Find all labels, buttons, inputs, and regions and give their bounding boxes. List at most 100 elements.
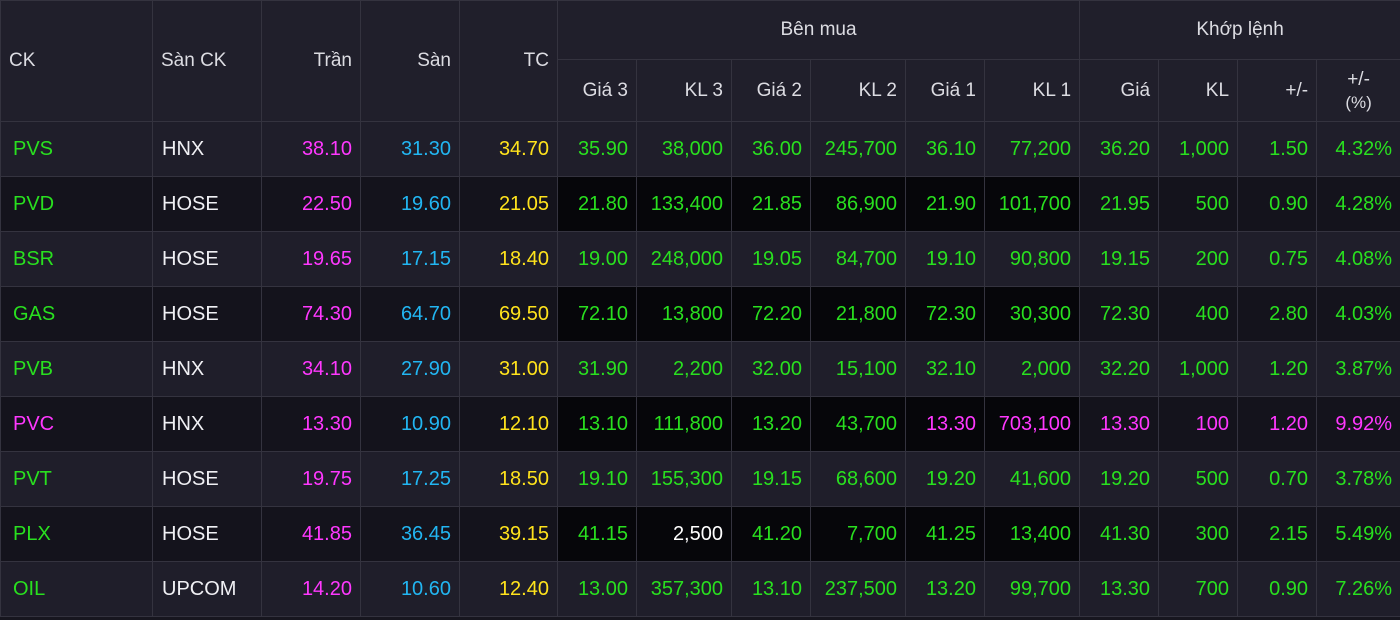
table-row[interactable]: PLX HOSE 41.85 36.45 39.15 41.15 2,500 41.20 7,7…	[0, 506, 1400, 562]
cell-kl3: 13,800	[636, 286, 732, 342]
col-header-gia3[interactable]: Giá 3	[557, 59, 637, 122]
table-row[interactable]: PVC HNX 13.30 10.90 12.10 13.10 111,800 13.20 43…	[0, 396, 1400, 452]
cell-ck: PVD	[0, 176, 153, 232]
cell-tc: 18.40	[459, 231, 558, 287]
cell-change-pct: 4.03%	[1316, 286, 1400, 342]
cell-gia1: 13.20	[905, 561, 985, 617]
col-header-san-ck[interactable]: Sàn CK	[152, 0, 262, 122]
table-row[interactable]: BSR HOSE 19.65 17.15 18.40 19.00 248,000 19.05 8…	[0, 231, 1400, 287]
cell-gia3: 19.00	[557, 231, 637, 287]
cell-tran: 41.85	[261, 506, 361, 562]
col-header-kl1[interactable]: KL 1	[983, 59, 1081, 122]
cell-gia3: 19.10	[557, 451, 637, 507]
cell-gia: 36.20	[1079, 121, 1160, 177]
cell-tc: 39.15	[459, 506, 558, 562]
table-row[interactable]: PVT HOSE 19.75 17.25 18.50 19.10 155,300 19.15 6…	[0, 451, 1400, 507]
cell-kl: 400	[1158, 286, 1239, 342]
col-header-gia[interactable]: Giá	[1079, 59, 1160, 122]
cell-kl1: 101,700	[983, 176, 1081, 232]
cell-kl1: 13,400	[983, 506, 1081, 562]
cell-tran: 19.65	[261, 231, 361, 287]
cell-gia2: 19.15	[731, 451, 811, 507]
col-header-gia2[interactable]: Giá 2	[731, 59, 811, 122]
cell-tran: 38.10	[261, 121, 361, 177]
cell-gia3: 13.10	[557, 396, 637, 452]
cell-kl3: 357,300	[636, 561, 732, 617]
table-row[interactable]: OIL UPCOM 14.20 10.60 12.40 13.00 357,300 13.10…	[0, 561, 1400, 617]
table-row[interactable]: PVB HNX 34.10 27.90 31.00 31.90 2,200 32.00 15,1…	[0, 341, 1400, 397]
cell-gia3: 31.90	[557, 341, 637, 397]
cell-gia: 19.20	[1079, 451, 1160, 507]
cell-san-ck: HOSE	[152, 451, 262, 507]
cell-kl3: 248,000	[636, 231, 732, 287]
col-header-san[interactable]: Sàn	[360, 0, 460, 122]
cell-gia1: 13.30	[905, 396, 985, 452]
cell-kl1: 703,100	[983, 396, 1081, 452]
cell-san: 17.25	[360, 451, 460, 507]
col-header-ck[interactable]: CK	[0, 0, 153, 122]
cell-gia1: 21.90	[905, 176, 985, 232]
cell-gia1: 32.10	[905, 341, 985, 397]
cell-san-ck: HNX	[152, 341, 262, 397]
col-header-kl2[interactable]: KL 2	[810, 59, 906, 122]
cell-san: 27.90	[360, 341, 460, 397]
cell-ck: BSR	[0, 231, 153, 287]
cell-ck: OIL	[0, 561, 153, 617]
cell-kl2: 86,900	[810, 176, 906, 232]
cell-kl: 500	[1158, 451, 1239, 507]
price-board-table: CK Sàn CK Trần Sàn TC Bên mua Khớp lệnh …	[0, 0, 1400, 617]
col-header-change[interactable]: +/-	[1237, 59, 1318, 122]
cell-kl2: 84,700	[810, 231, 906, 287]
cell-san: 10.90	[360, 396, 460, 452]
cell-san-ck: HOSE	[152, 506, 262, 562]
cell-gia: 19.15	[1079, 231, 1160, 287]
cell-tran: 14.20	[261, 561, 361, 617]
cell-gia2: 41.20	[731, 506, 811, 562]
cell-kl3: 155,300	[636, 451, 732, 507]
cell-kl: 1,000	[1158, 121, 1239, 177]
cell-san-ck: HNX	[152, 396, 262, 452]
cell-change: 1.50	[1237, 121, 1318, 177]
cell-tc: 18.50	[459, 451, 558, 507]
col-header-tc[interactable]: TC	[459, 0, 558, 122]
cell-change-pct: 7.26%	[1316, 561, 1400, 617]
col-header-kl3[interactable]: KL 3	[636, 59, 732, 122]
cell-kl: 300	[1158, 506, 1239, 562]
col-header-tran[interactable]: Trần	[261, 0, 361, 122]
col-header-change-pct[interactable]: +/- (%)	[1316, 59, 1400, 122]
cell-gia2: 19.05	[731, 231, 811, 287]
table-row[interactable]: PVD HOSE 22.50 19.60 21.05 21.80 133,400 21.85 8…	[0, 176, 1400, 232]
cell-gia1: 19.20	[905, 451, 985, 507]
cell-san-ck: UPCOM	[152, 561, 262, 617]
cell-kl: 200	[1158, 231, 1239, 287]
cell-gia: 72.30	[1079, 286, 1160, 342]
cell-san: 36.45	[360, 506, 460, 562]
cell-gia2: 36.00	[731, 121, 811, 177]
cell-san-ck: HOSE	[152, 286, 262, 342]
cell-gia: 21.95	[1079, 176, 1160, 232]
cell-kl2: 21,800	[810, 286, 906, 342]
cell-change: 2.15	[1237, 506, 1318, 562]
cell-san: 19.60	[360, 176, 460, 232]
col-header-kl[interactable]: KL	[1158, 59, 1239, 122]
cell-kl3: 38,000	[636, 121, 732, 177]
cell-change: 0.90	[1237, 176, 1318, 232]
cell-kl2: 245,700	[810, 121, 906, 177]
cell-change-pct: 3.87%	[1316, 341, 1400, 397]
cell-tran: 13.30	[261, 396, 361, 452]
cell-san: 31.30	[360, 121, 460, 177]
cell-change: 0.90	[1237, 561, 1318, 617]
cell-change: 2.80	[1237, 286, 1318, 342]
col-header-change-pct-line2: (%)	[1345, 92, 1372, 112]
cell-gia3: 21.80	[557, 176, 637, 232]
table-row[interactable]: GAS HOSE 74.30 64.70 69.50 72.10 13,800 72.20 21…	[0, 286, 1400, 342]
cell-kl: 700	[1158, 561, 1239, 617]
cell-kl1: 30,300	[983, 286, 1081, 342]
col-header-gia1[interactable]: Giá 1	[905, 59, 985, 122]
cell-change: 0.75	[1237, 231, 1318, 287]
cell-gia3: 35.90	[557, 121, 637, 177]
cell-tran: 19.75	[261, 451, 361, 507]
cell-gia2: 32.00	[731, 341, 811, 397]
table-row[interactable]: PVS HNX 38.10 31.30 34.70 35.90 38,000 36.00 245…	[0, 121, 1400, 177]
cell-change: 1.20	[1237, 341, 1318, 397]
